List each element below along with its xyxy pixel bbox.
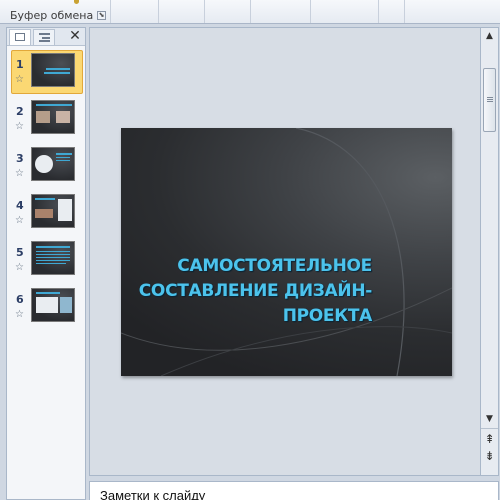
ribbon-separator [204,0,205,23]
slide-number: 3 [16,152,24,165]
slide-thumbnail-2[interactable]: 2 ☆ [9,97,85,141]
slide-thumbnail-6[interactable]: 6 ☆ [9,285,85,329]
slides-tab-icon [15,33,25,41]
slide-number: 2 [16,105,24,118]
tab-slides[interactable] [9,29,31,45]
tab-outline[interactable] [33,29,55,45]
scrollbar-thumb[interactable] [483,68,496,132]
transition-star-icon: ☆ [15,121,24,132]
slide-decoration-curves [121,128,452,376]
clipboard-group-label: Буфер обмена [10,9,94,22]
outline-tab-icon [39,33,50,42]
ribbon-separator [158,0,159,23]
current-slide[interactable]: Самостоятельное составление дизайн-проек… [121,128,452,376]
previous-slide-icon[interactable]: ⇞ [482,432,497,447]
slide-number: 1 [16,58,24,71]
slide-thumbnail-5[interactable]: 5 ☆ [9,238,85,282]
ribbon-separator [310,0,311,23]
next-slide-icon[interactable]: ⇟ [482,449,497,464]
vertical-scrollbar[interactable]: ▲ ▼ ⇞ ⇟ [481,27,499,476]
dialog-launcher-icon[interactable]: ⬊ [97,11,106,20]
notes-placeholder[interactable]: Заметки к слайду [100,488,205,500]
scroll-down-icon[interactable]: ▼ [482,412,497,427]
slide-number: 5 [16,246,24,259]
slide-preview [31,194,75,228]
slide-number: 4 [16,199,24,212]
ribbon-separator [378,0,379,23]
slide-preview [31,288,75,322]
slide-preview [31,100,75,134]
scroll-up-icon[interactable]: ▲ [482,29,497,44]
slide-thumbnail-3[interactable]: 3 ☆ [9,144,85,188]
slide-number: 6 [16,293,24,306]
transition-star-icon: ☆ [15,262,24,273]
ribbon-separator [404,0,405,23]
transition-star-icon: ☆ [15,74,24,85]
slides-thumbnail-pane: ✕ 1 ☆ 2 ☆ 3 ☆ 4 ☆ 5 ☆ 6 ☆ [6,27,86,500]
scrollbar-divider [481,428,498,429]
close-icon[interactable]: ✕ [67,28,83,45]
slide-preview [31,241,75,275]
ribbon-separator [110,0,111,23]
transition-star-icon: ☆ [15,309,24,320]
slide-editing-area[interactable]: Самостоятельное составление дизайн-проек… [89,27,481,476]
ribbon-separator [250,0,251,23]
slide-preview [31,147,75,181]
transition-star-icon: ☆ [15,215,24,226]
transition-star-icon: ☆ [15,168,24,179]
notes-pane[interactable]: Заметки к слайду [89,481,499,500]
slide-preview [31,53,75,87]
slide-thumbnail-1[interactable]: 1 ☆ [9,50,85,94]
format-painter-icon[interactable] [74,0,79,4]
slide-title[interactable]: Самостоятельное составление дизайн-проек… [132,254,373,329]
slide-thumbnail-4[interactable]: 4 ☆ [9,191,85,235]
pane-tabs: ✕ [7,28,85,46]
ribbon: Буфер обмена ⬊ [0,0,500,24]
